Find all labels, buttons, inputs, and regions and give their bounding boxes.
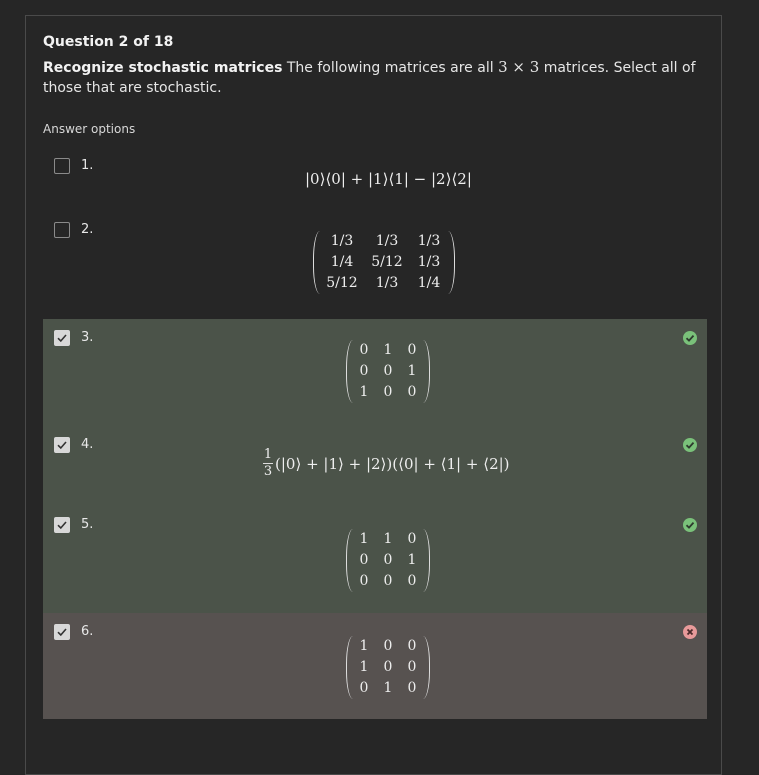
answer-option-5[interactable]: 5. 110 001 000 (43, 506, 707, 613)
matrix-cell: 0 (359, 342, 369, 358)
matrix-cell: 0 (407, 531, 417, 547)
right-paren (423, 636, 430, 699)
checkmark-icon (57, 628, 67, 637)
option-number: 5. (81, 517, 94, 532)
matrix-cell: 0 (359, 552, 369, 568)
answer-option-6[interactable]: 6. 100 100 010 (43, 613, 707, 719)
matrix-cell: 0 (359, 363, 369, 379)
right-paren (423, 529, 430, 592)
option-matrix: 100 100 010 (346, 636, 430, 699)
checkmark-icon (57, 334, 67, 343)
question-text: Recognize stochastic matrices The follow… (43, 57, 703, 98)
matrix-cell: 1 (359, 384, 369, 400)
fraction-numerator: 1 (263, 447, 273, 462)
option-number: 3. (81, 330, 94, 345)
option-checkbox[interactable] (54, 330, 70, 346)
incorrect-icon (683, 625, 697, 639)
expression-body: (|0⟩ + |1⟩ + |2⟩)(⟨0| + ⟨1| + ⟨2|) (275, 454, 510, 473)
matrix-cell: 1/3 (330, 233, 354, 249)
matrix-cell: 0 (359, 573, 369, 589)
question-title: Recognize stochastic matrices (43, 60, 283, 76)
matrix-cell: 1 (383, 531, 393, 547)
matrix-grid: 1/3 1/3 1/3 1/4 5/12 1/3 5/12 1/3 1/4 (320, 231, 448, 294)
option-checkbox[interactable] (54, 437, 70, 453)
matrix-cell: 0 (407, 342, 417, 358)
matrix-cell: 1/4 (417, 275, 441, 291)
correct-icon (683, 331, 697, 345)
matrix-cell: 5/12 (371, 254, 403, 270)
option-number: 2. (81, 222, 94, 237)
question-card: Question 2 of 18 Recognize stochastic ma… (25, 15, 722, 775)
checkmark-icon (57, 441, 67, 450)
answer-option-4[interactable]: 4. 1 3 (|0⟩ + |1⟩ + |2⟩)(⟨0| + ⟨1| + ⟨2|… (43, 426, 707, 506)
matrix-cell: 0 (383, 363, 393, 379)
matrix-cell: 1/3 (417, 233, 441, 249)
answer-option-1[interactable]: 1. |0⟩⟨0| + |1⟩⟨1| − |2⟩⟨2| (43, 148, 707, 212)
matrix-cell: 0 (359, 680, 369, 696)
option-expression: 1 3 (|0⟩ + |1⟩ + |2⟩)(⟨0| + ⟨1| + ⟨2|) (263, 448, 510, 479)
option-checkbox[interactable] (54, 517, 70, 533)
right-paren (448, 231, 455, 294)
option-matrix: 1/3 1/3 1/3 1/4 5/12 1/3 5/12 1/3 1/4 (313, 231, 455, 294)
option-number: 4. (81, 437, 94, 452)
matrix-cell: 1/3 (375, 233, 399, 249)
fraction: 1 3 (263, 448, 273, 479)
answer-option-2[interactable]: 2. 1/3 1/3 1/3 1/4 5/12 1/3 5/12 1/3 1/4 (43, 212, 707, 319)
matrix-cell: 1 (407, 363, 417, 379)
left-paren (346, 340, 353, 403)
correct-icon (683, 438, 697, 452)
option-matrix: 010 001 100 (346, 340, 430, 403)
matrix-cell: 1/3 (417, 254, 441, 270)
matrix-cell: 0 (383, 573, 393, 589)
matrix-cell: 0 (383, 552, 393, 568)
matrix-cell: 0 (383, 638, 393, 654)
matrix-cell: 0 (407, 384, 417, 400)
matrix-cell: 1 (383, 680, 393, 696)
matrix-cell: 1 (383, 342, 393, 358)
left-paren (313, 231, 320, 294)
left-paren (346, 529, 353, 592)
matrix-cell: 0 (407, 659, 417, 675)
matrix-cell: 5/12 (326, 275, 358, 291)
question-number: Question 2 of 18 (43, 34, 174, 50)
option-number: 1. (81, 158, 94, 173)
answer-options-label: Answer options (43, 122, 136, 136)
option-checkbox[interactable] (54, 624, 70, 640)
option-matrix: 110 001 000 (346, 529, 430, 592)
answer-option-3[interactable]: 3. 010 001 100 (43, 319, 707, 426)
matrix-cell: 1 (359, 531, 369, 547)
matrix-cell: 1/4 (330, 254, 354, 270)
matrix-cell: 0 (407, 680, 417, 696)
right-paren (423, 340, 430, 403)
matrix-cell: 0 (407, 573, 417, 589)
matrix-cell: 0 (383, 659, 393, 675)
option-expression: |0⟩⟨0| + |1⟩⟨1| − |2⟩⟨2| (305, 170, 472, 188)
option-checkbox[interactable] (54, 222, 70, 238)
left-paren (346, 636, 353, 699)
matrix-cell: 1 (359, 659, 369, 675)
correct-icon (683, 518, 697, 532)
question-body-start: The following matrices are all (286, 60, 499, 76)
checkmark-icon (57, 521, 67, 530)
matrix-cell: 0 (383, 384, 393, 400)
matrix-cell: 0 (407, 638, 417, 654)
matrix-size: 3 × 3 (498, 58, 540, 76)
matrix-grid: 110 001 000 (353, 529, 423, 592)
matrix-grid: 010 001 100 (353, 340, 423, 403)
matrix-cell: 1 (359, 638, 369, 654)
matrix-cell: 1/3 (375, 275, 399, 291)
option-checkbox[interactable] (54, 158, 70, 174)
matrix-cell: 1 (407, 552, 417, 568)
matrix-grid: 100 100 010 (353, 636, 423, 699)
option-number: 6. (81, 624, 94, 639)
fraction-denominator: 3 (263, 464, 273, 479)
